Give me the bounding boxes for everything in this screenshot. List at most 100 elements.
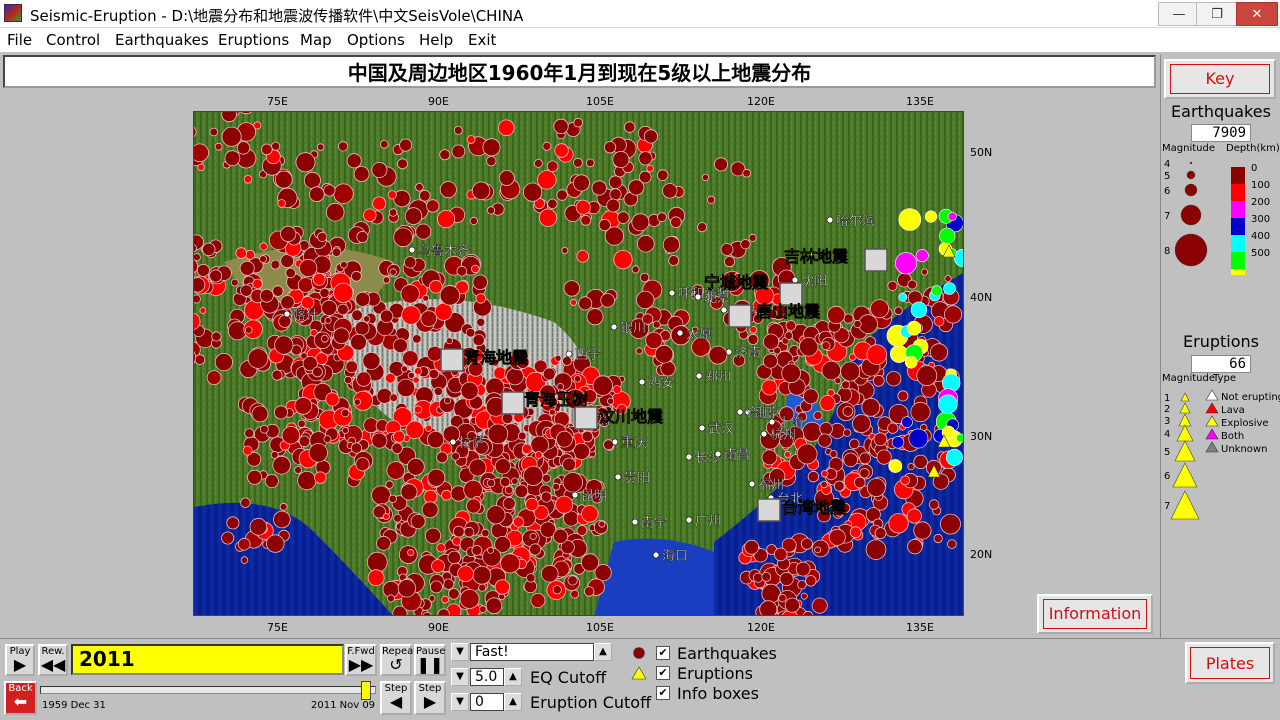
seismic-map[interactable]: 哈尔滨乌鲁木齐沈阳呼和浩特北京天津喀什银川太原西宁济南西安郑州南京合肥成都武汉上… <box>193 111 964 616</box>
earthquake-marker <box>598 218 611 232</box>
menu-exit[interactable]: Exit <box>468 31 496 49</box>
er-type-swatch <box>1205 415 1219 427</box>
city-dot <box>283 310 291 318</box>
speed-up-arrow[interactable]: ▲ <box>594 643 612 661</box>
earthquake-marker <box>940 513 961 535</box>
earthquakes-checkbox[interactable]: ✔ <box>656 646 670 660</box>
event-info-box[interactable] <box>864 248 888 272</box>
plates-button[interactable]: Plates <box>1185 642 1275 684</box>
menu-control[interactable]: Control <box>46 31 100 49</box>
er-cutoff-down[interactable]: ▼ <box>451 693 469 711</box>
earthquake-marker <box>436 451 449 464</box>
step-forward-button[interactable]: Step ▶ <box>414 681 446 715</box>
earthquake-marker <box>662 236 680 254</box>
map-canvas[interactable]: 哈尔滨乌鲁木齐沈阳呼和浩特北京天津喀什银川太原西宁济南西安郑州南京合肥成都武汉上… <box>194 112 964 616</box>
earthquake-marker <box>660 360 676 377</box>
city-dot <box>408 246 416 254</box>
earthquake-marker <box>266 534 285 553</box>
deep-earthquake-marker <box>894 252 917 275</box>
er-legend-triangle <box>1179 402 1191 414</box>
earthquake-marker <box>486 478 496 488</box>
earthquake-marker <box>244 428 255 439</box>
speed-down-arrow[interactable]: ▼ <box>451 643 469 661</box>
menu-options[interactable]: Options <box>347 31 405 49</box>
earthquake-marker <box>612 384 622 394</box>
earthquake-marker <box>697 222 708 233</box>
deep-earthquake-marker <box>888 459 903 473</box>
eq-cutoff-down[interactable]: ▼ <box>451 668 469 686</box>
event-info-box[interactable] <box>728 304 752 328</box>
menu-help[interactable]: Help <box>419 31 453 49</box>
earthquake-marker <box>376 387 393 404</box>
close-button[interactable]: ✕ <box>1236 2 1278 26</box>
time-slider-thumb[interactable] <box>360 681 371 700</box>
earthquake-marker <box>382 276 391 284</box>
earthquake-marker <box>471 544 483 556</box>
time-slider[interactable] <box>40 686 376 694</box>
play-button[interactable]: Play ▶ <box>5 644 35 676</box>
earthquake-marker <box>371 485 391 506</box>
maximize-button[interactable]: ❐ <box>1196 2 1238 26</box>
minimize-button[interactable]: — <box>1158 2 1200 26</box>
repeat-button[interactable]: Repeat ↺ <box>380 644 417 676</box>
speed-select[interactable]: Fast! <box>470 643 594 661</box>
event-info-box[interactable] <box>574 406 598 430</box>
menu-eruptions[interactable]: Eruptions <box>218 31 289 49</box>
earthquake-marker <box>469 216 478 226</box>
earthquake-marker <box>561 246 569 254</box>
earthquake-marker <box>317 231 328 243</box>
earthquake-marker <box>540 564 559 583</box>
menu-map[interactable]: Map <box>300 31 332 49</box>
earthquake-marker <box>606 198 621 213</box>
earthquake-marker <box>656 212 667 223</box>
earthquake-marker <box>209 269 223 283</box>
eq-cutoff-up[interactable]: ▲ <box>504 668 522 686</box>
deep-earthquake-marker <box>889 344 908 363</box>
earthquake-marker <box>448 588 460 600</box>
earthquake-marker <box>521 443 533 455</box>
earthquake-marker <box>312 366 323 378</box>
earthquake-marker <box>894 306 903 316</box>
city-label: 贵阳 <box>624 471 650 486</box>
earthquake-marker <box>759 600 778 615</box>
info-boxes-checkbox[interactable]: ✔ <box>656 686 670 700</box>
year-display: 2011 <box>71 644 344 675</box>
menu-earthquakes[interactable]: Earthquakes <box>115 31 209 49</box>
earthquake-marker <box>606 397 615 405</box>
earthquake-marker <box>346 153 362 169</box>
earthquake-marker <box>485 597 503 615</box>
rewind-button[interactable]: Rew. ◀◀ <box>38 644 68 676</box>
eq-cutoff-input[interactable]: 5.0 <box>470 668 504 686</box>
pause-button[interactable]: Pause ❚❚ <box>414 644 446 676</box>
earthquake-marker <box>813 410 823 421</box>
earthquake-marker <box>476 317 486 327</box>
earthquake-marker <box>400 365 408 373</box>
earthquake-marker <box>817 433 832 448</box>
earthquake-marker <box>251 405 269 423</box>
back-button[interactable]: Back ⬅ <box>4 681 37 715</box>
eruptions-checkbox[interactable]: ✔ <box>656 666 670 680</box>
city-label: 重庆 <box>621 435 647 451</box>
menu-file[interactable]: File <box>7 31 32 49</box>
event-info-box[interactable] <box>757 498 781 522</box>
earthquake-marker <box>393 430 406 443</box>
city-dot <box>736 408 744 416</box>
key-button[interactable]: Key <box>1164 59 1276 99</box>
earthquake-marker <box>363 208 377 222</box>
depth-value-label: 0 <box>1251 163 1257 174</box>
depth-value-label: 300 <box>1251 214 1270 225</box>
event-info-box[interactable] <box>440 348 464 372</box>
step-back-button[interactable]: Step ◀ <box>380 681 412 715</box>
earthquake-marker <box>556 383 564 391</box>
earthquake-marker <box>933 533 943 544</box>
information-button[interactable]: Information <box>1037 594 1153 634</box>
er-cutoff-input[interactable]: 0 <box>470 693 504 711</box>
fast-forward-button[interactable]: F.Fwd ▶▶ <box>345 644 377 676</box>
earthquake-marker <box>294 396 313 415</box>
event-info-box[interactable] <box>501 391 525 415</box>
er-cutoff-up[interactable]: ▲ <box>504 693 522 711</box>
earthquake-marker <box>486 505 506 525</box>
city-dot <box>720 306 728 314</box>
earthquake-marker <box>821 360 842 381</box>
earthquake-marker <box>887 422 899 434</box>
